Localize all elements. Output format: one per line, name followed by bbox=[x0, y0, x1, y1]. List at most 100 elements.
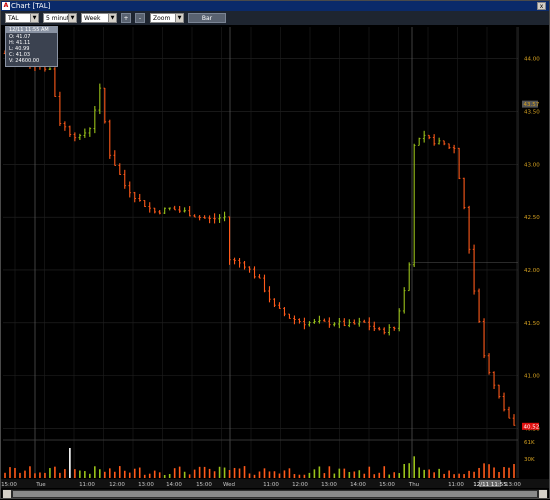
price-bar bbox=[218, 214, 221, 223]
volume-bar bbox=[353, 471, 356, 478]
volume-bar bbox=[423, 469, 425, 478]
time-tick-label: 14:00 bbox=[166, 482, 182, 488]
volume-bar bbox=[378, 472, 381, 478]
price-bar bbox=[148, 202, 152, 213]
volume-bar bbox=[9, 467, 11, 478]
price-bar bbox=[248, 266, 251, 273]
volume-bar bbox=[34, 473, 36, 478]
price-bar bbox=[353, 319, 356, 325]
volume-bar bbox=[74, 469, 76, 478]
price-bar bbox=[437, 137, 441, 145]
volume-bar bbox=[24, 470, 26, 478]
volume-bar bbox=[138, 467, 141, 478]
price-bar bbox=[477, 288, 481, 323]
price-bars bbox=[3, 50, 516, 426]
volume-bar bbox=[79, 470, 81, 478]
time-tick-label: Thu bbox=[408, 482, 419, 488]
price-bar bbox=[243, 260, 246, 270]
time-tick-label: 13:00 bbox=[321, 482, 337, 488]
volume-bar bbox=[498, 471, 500, 478]
time-tick-label: 15:00 bbox=[1, 482, 17, 488]
volume-bar bbox=[69, 448, 71, 478]
volume-bar bbox=[54, 466, 56, 478]
price-bar bbox=[193, 214, 196, 218]
volume-bar bbox=[368, 466, 371, 478]
volume-bar bbox=[338, 468, 341, 478]
time-tick-label: Wed bbox=[223, 482, 235, 488]
volume-bar bbox=[473, 471, 475, 478]
volume-bar bbox=[238, 468, 241, 478]
price-tick-label: 42.00 bbox=[524, 268, 540, 274]
time-tick-label: 15:00 bbox=[379, 482, 395, 488]
volume-bar bbox=[263, 468, 266, 478]
volume-tick-label: 61K bbox=[524, 440, 535, 446]
volume-bar bbox=[198, 466, 201, 478]
volume-bar bbox=[268, 471, 271, 478]
volume-bar bbox=[273, 471, 276, 478]
price-bar bbox=[223, 211, 226, 222]
price-bar bbox=[367, 317, 371, 331]
ohlc-info-box: 12/11 11:55 AM O: 41.07 H: 41.11 L: 40.9… bbox=[5, 26, 58, 67]
price-bar bbox=[358, 317, 361, 327]
volume-tick-label: 30K bbox=[524, 457, 535, 463]
price-bar bbox=[512, 414, 516, 426]
price-bar bbox=[263, 274, 266, 293]
volume-bar bbox=[108, 468, 111, 478]
price-bar bbox=[143, 200, 147, 208]
volume-bar bbox=[428, 469, 430, 478]
volume-bar bbox=[408, 463, 411, 478]
price-bar bbox=[273, 298, 276, 308]
price-bar bbox=[377, 326, 381, 331]
price-bar bbox=[497, 384, 501, 399]
volume-bar bbox=[463, 474, 465, 478]
price-tick-label: 41.50 bbox=[524, 321, 540, 327]
price-bar bbox=[392, 326, 396, 331]
volume-bar bbox=[218, 466, 221, 478]
price-bar bbox=[253, 266, 256, 279]
volume-bar bbox=[388, 474, 391, 478]
price-bar bbox=[118, 163, 122, 175]
price-tick-label: 43.00 bbox=[524, 162, 540, 168]
price-tick-label: 43.50 bbox=[524, 110, 540, 116]
volume-bar bbox=[4, 472, 6, 478]
price-bar bbox=[462, 177, 466, 210]
price-marker-label: 43.57 bbox=[524, 102, 540, 108]
volume-bar bbox=[298, 474, 301, 478]
volume-bar bbox=[318, 466, 321, 478]
volume-bar bbox=[14, 467, 16, 478]
volume-bar bbox=[143, 474, 146, 478]
volume-bar bbox=[203, 466, 206, 478]
volume-bar bbox=[458, 473, 460, 478]
price-bar bbox=[442, 140, 446, 146]
volume-bar bbox=[148, 473, 151, 478]
volume-bar bbox=[248, 473, 251, 478]
volume-bar bbox=[323, 473, 326, 478]
volume-bar bbox=[118, 466, 121, 478]
volume-bar bbox=[113, 471, 116, 478]
price-bar bbox=[133, 191, 137, 203]
volume-bar bbox=[59, 472, 61, 478]
volume-bar bbox=[173, 468, 176, 478]
volume-bar bbox=[343, 468, 346, 478]
price-chart[interactable]: 44.0043.5043.0042.5042.0041.5041.0040.50… bbox=[1, 1, 550, 500]
volume-bar bbox=[358, 470, 361, 478]
price-bar bbox=[343, 318, 346, 327]
price-bar bbox=[502, 392, 506, 412]
volume-bar bbox=[188, 474, 191, 478]
info-volume: V: 24600.00 bbox=[9, 58, 40, 64]
volume-bar bbox=[373, 474, 376, 478]
time-tick-label: 15:00 bbox=[196, 482, 212, 488]
volume-bar bbox=[303, 474, 306, 478]
price-bar bbox=[123, 169, 127, 189]
volume-bar bbox=[493, 467, 495, 478]
price-bar bbox=[213, 213, 216, 224]
volume-bar bbox=[443, 473, 445, 478]
price-bar bbox=[138, 193, 142, 202]
volume-bar bbox=[478, 467, 480, 478]
volume-bar bbox=[89, 473, 91, 478]
price-bar bbox=[467, 205, 471, 254]
price-bar bbox=[208, 215, 211, 224]
volume-bar bbox=[99, 469, 101, 478]
price-bar bbox=[447, 143, 451, 150]
volume-bar bbox=[158, 472, 161, 478]
